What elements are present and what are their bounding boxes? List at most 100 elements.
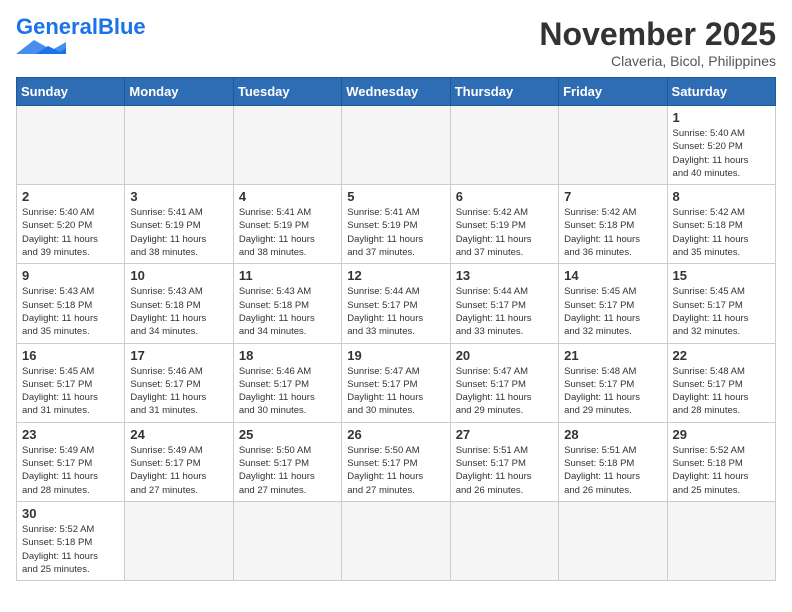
day-info: Sunrise: 5:45 AM Sunset: 5:17 PM Dayligh…: [673, 285, 770, 338]
calendar-cell: 25 Sunrise: 5:50 AM Sunset: 5:17 PM Dayli…: [233, 422, 341, 501]
calendar-cell: 8 Sunrise: 5:42 AM Sunset: 5:18 PM Daylig…: [667, 185, 775, 264]
calendar-cell: 19 Sunrise: 5:47 AM Sunset: 5:17 PM Dayli…: [342, 343, 450, 422]
day-info: Sunrise: 5:43 AM Sunset: 5:18 PM Dayligh…: [22, 285, 119, 338]
day-number: 19: [347, 348, 444, 363]
day-info: Sunrise: 5:41 AM Sunset: 5:19 PM Dayligh…: [347, 206, 444, 259]
calendar-cell: 6 Sunrise: 5:42 AM Sunset: 5:19 PM Daylig…: [450, 185, 558, 264]
calendar-cell: [342, 106, 450, 185]
day-number: 13: [456, 268, 553, 283]
day-number: 26: [347, 427, 444, 442]
day-number: 21: [564, 348, 661, 363]
day-info: Sunrise: 5:48 AM Sunset: 5:17 PM Dayligh…: [564, 365, 661, 418]
day-info: Sunrise: 5:40 AM Sunset: 5:20 PM Dayligh…: [22, 206, 119, 259]
title-section: November 2025 Claveria, Bicol, Philippin…: [539, 16, 776, 69]
calendar-cell: 23 Sunrise: 5:49 AM Sunset: 5:17 PM Dayli…: [17, 422, 125, 501]
logo-blue: Blue: [98, 14, 146, 39]
subtitle: Claveria, Bicol, Philippines: [539, 53, 776, 69]
calendar-cell: 24 Sunrise: 5:49 AM Sunset: 5:17 PM Dayli…: [125, 422, 233, 501]
week-row-1: 2 Sunrise: 5:40 AM Sunset: 5:20 PM Daylig…: [17, 185, 776, 264]
weekday-header-wednesday: Wednesday: [342, 78, 450, 106]
weekday-header-saturday: Saturday: [667, 78, 775, 106]
day-info: Sunrise: 5:40 AM Sunset: 5:20 PM Dayligh…: [673, 127, 770, 180]
day-info: Sunrise: 5:43 AM Sunset: 5:18 PM Dayligh…: [130, 285, 227, 338]
calendar-cell: 22Sunrise: 5:48 AM Sunset: 5:17 PM Dayli…: [667, 343, 775, 422]
day-number: 17: [130, 348, 227, 363]
calendar-cell: 28 Sunrise: 5:51 AM Sunset: 5:18 PM Dayli…: [559, 422, 667, 501]
weekday-header-tuesday: Tuesday: [233, 78, 341, 106]
day-info: Sunrise: 5:49 AM Sunset: 5:17 PM Dayligh…: [130, 444, 227, 497]
weekday-header-monday: Monday: [125, 78, 233, 106]
day-number: 10: [130, 268, 227, 283]
day-number: 27: [456, 427, 553, 442]
calendar-cell: 29Sunrise: 5:52 AM Sunset: 5:18 PM Dayli…: [667, 422, 775, 501]
day-info: Sunrise: 5:50 AM Sunset: 5:17 PM Dayligh…: [239, 444, 336, 497]
day-number: 20: [456, 348, 553, 363]
day-info: Sunrise: 5:42 AM Sunset: 5:18 PM Dayligh…: [564, 206, 661, 259]
day-number: 2: [22, 189, 119, 204]
header: GeneralBlue November 2025 Claveria, Bico…: [16, 16, 776, 69]
calendar-cell: 14 Sunrise: 5:45 AM Sunset: 5:17 PM Dayli…: [559, 264, 667, 343]
day-number: 29: [673, 427, 770, 442]
calendar-cell: 13 Sunrise: 5:44 AM Sunset: 5:17 PM Dayli…: [450, 264, 558, 343]
calendar-cell: 3 Sunrise: 5:41 AM Sunset: 5:19 PM Daylig…: [125, 185, 233, 264]
calendar-cell: 10 Sunrise: 5:43 AM Sunset: 5:18 PM Dayli…: [125, 264, 233, 343]
calendar-cell: [667, 501, 775, 580]
calendar-cell: [233, 106, 341, 185]
calendar-cell: 2 Sunrise: 5:40 AM Sunset: 5:20 PM Daylig…: [17, 185, 125, 264]
day-number: 25: [239, 427, 336, 442]
calendar-cell: 16Sunrise: 5:45 AM Sunset: 5:17 PM Dayli…: [17, 343, 125, 422]
calendar-cell: [559, 501, 667, 580]
calendar-cell: 7Sunrise: 5:42 AM Sunset: 5:18 PM Daylig…: [559, 185, 667, 264]
calendar-cell: 11Sunrise: 5:43 AM Sunset: 5:18 PM Dayli…: [233, 264, 341, 343]
day-info: Sunrise: 5:51 AM Sunset: 5:18 PM Dayligh…: [564, 444, 661, 497]
weekday-header-row: SundayMondayTuesdayWednesdayThursdayFrid…: [17, 78, 776, 106]
calendar-cell: [17, 106, 125, 185]
day-info: Sunrise: 5:47 AM Sunset: 5:17 PM Dayligh…: [347, 365, 444, 418]
day-info: Sunrise: 5:44 AM Sunset: 5:17 PM Dayligh…: [456, 285, 553, 338]
day-info: Sunrise: 5:44 AM Sunset: 5:17 PM Dayligh…: [347, 285, 444, 338]
day-number: 24: [130, 427, 227, 442]
logo-icon: [16, 40, 66, 54]
weekday-header-thursday: Thursday: [450, 78, 558, 106]
calendar-cell: 9Sunrise: 5:43 AM Sunset: 5:18 PM Daylig…: [17, 264, 125, 343]
day-number: 4: [239, 189, 336, 204]
day-info: Sunrise: 5:43 AM Sunset: 5:18 PM Dayligh…: [239, 285, 336, 338]
day-number: 1: [673, 110, 770, 125]
day-info: Sunrise: 5:45 AM Sunset: 5:17 PM Dayligh…: [564, 285, 661, 338]
day-info: Sunrise: 5:41 AM Sunset: 5:19 PM Dayligh…: [239, 206, 336, 259]
day-info: Sunrise: 5:49 AM Sunset: 5:17 PM Dayligh…: [22, 444, 119, 497]
calendar-cell: [342, 501, 450, 580]
logo-general: General: [16, 14, 98, 39]
day-number: 6: [456, 189, 553, 204]
logo-text: GeneralBlue: [16, 16, 146, 38]
day-number: 16: [22, 348, 119, 363]
calendar-cell: 4 Sunrise: 5:41 AM Sunset: 5:19 PM Daylig…: [233, 185, 341, 264]
calendar-cell: 5Sunrise: 5:41 AM Sunset: 5:19 PM Daylig…: [342, 185, 450, 264]
calendar-cell: [450, 106, 558, 185]
month-title: November 2025: [539, 16, 776, 53]
day-number: 28: [564, 427, 661, 442]
day-number: 15: [673, 268, 770, 283]
day-number: 14: [564, 268, 661, 283]
week-row-0: 1 Sunrise: 5:40 AM Sunset: 5:20 PM Daylig…: [17, 106, 776, 185]
calendar-cell: 15 Sunrise: 5:45 AM Sunset: 5:17 PM Dayli…: [667, 264, 775, 343]
day-info: Sunrise: 5:42 AM Sunset: 5:19 PM Dayligh…: [456, 206, 553, 259]
day-info: Sunrise: 5:46 AM Sunset: 5:17 PM Dayligh…: [130, 365, 227, 418]
weekday-header-sunday: Sunday: [17, 78, 125, 106]
day-info: Sunrise: 5:42 AM Sunset: 5:18 PM Dayligh…: [673, 206, 770, 259]
week-row-2: 9Sunrise: 5:43 AM Sunset: 5:18 PM Daylig…: [17, 264, 776, 343]
logo: GeneralBlue: [16, 16, 146, 54]
calendar-cell: 20Sunrise: 5:47 AM Sunset: 5:17 PM Dayli…: [450, 343, 558, 422]
calendar-cell: 27Sunrise: 5:51 AM Sunset: 5:17 PM Dayli…: [450, 422, 558, 501]
day-info: Sunrise: 5:41 AM Sunset: 5:19 PM Dayligh…: [130, 206, 227, 259]
calendar-cell: 18Sunrise: 5:46 AM Sunset: 5:17 PM Dayli…: [233, 343, 341, 422]
day-info: Sunrise: 5:48 AM Sunset: 5:17 PM Dayligh…: [673, 365, 770, 418]
week-row-4: 23 Sunrise: 5:49 AM Sunset: 5:17 PM Dayli…: [17, 422, 776, 501]
calendar-cell: 26Sunrise: 5:50 AM Sunset: 5:17 PM Dayli…: [342, 422, 450, 501]
day-number: 30: [22, 506, 119, 521]
week-row-5: 30Sunrise: 5:52 AM Sunset: 5:18 PM Dayli…: [17, 501, 776, 580]
day-number: 8: [673, 189, 770, 204]
weekday-header-friday: Friday: [559, 78, 667, 106]
day-number: 23: [22, 427, 119, 442]
day-number: 3: [130, 189, 227, 204]
